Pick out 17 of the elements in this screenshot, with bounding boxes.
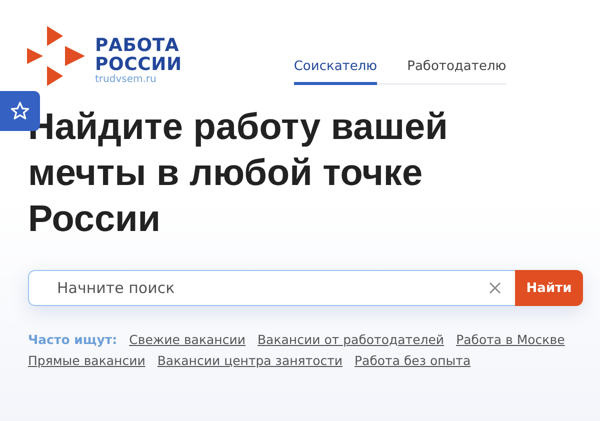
nav-tab[interactable]: Работодателю xyxy=(407,59,506,85)
search-field[interactable]: Начните поиск xyxy=(28,270,515,306)
nav-tab[interactable]: Соискателю xyxy=(294,59,378,85)
logo-title: РОССИИ xyxy=(95,55,182,74)
clear-icon[interactable] xyxy=(489,282,501,294)
logo-title: РАБОТА xyxy=(95,36,180,55)
logo-icon xyxy=(27,26,87,86)
popular-label: Часто ищут: xyxy=(28,332,118,347)
popular-link[interactable]: Работа без опыта xyxy=(354,353,471,368)
logo-domain: trudvsem.ru xyxy=(95,74,158,86)
popular-link[interactable]: Прямые вакансии xyxy=(28,353,146,368)
popular-link[interactable]: Работа в Москве xyxy=(456,332,565,347)
popular-link[interactable]: Вакансии центра занятости xyxy=(157,353,342,368)
star-icon xyxy=(10,101,30,121)
popular-link[interactable]: Свежие вакансии xyxy=(129,332,246,347)
search-button[interactable]: Найти xyxy=(515,270,583,306)
popular-link[interactable]: Вакансии от работодателей xyxy=(257,332,444,347)
